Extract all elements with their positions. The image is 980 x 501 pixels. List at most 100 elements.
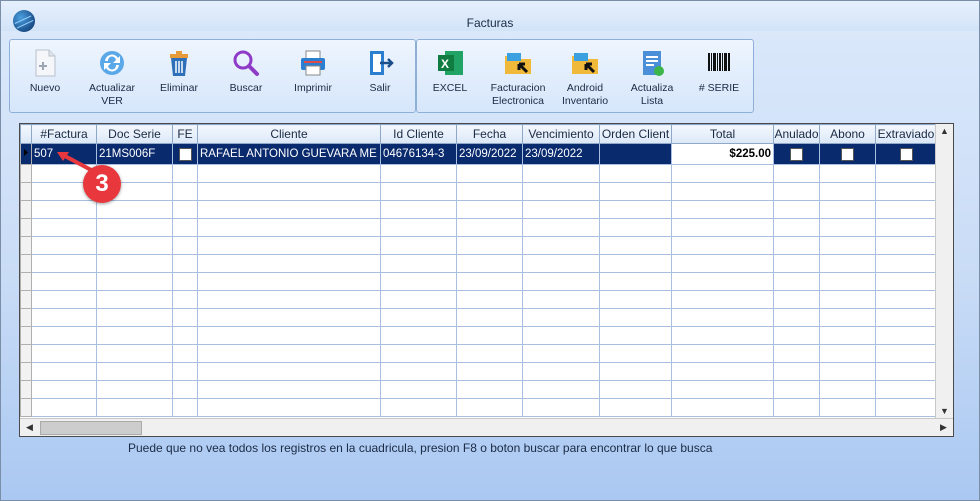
row-indicator[interactable] [20,182,32,201]
table-cell[interactable] [456,362,523,381]
table-cell[interactable] [456,398,523,417]
excel-button[interactable]: X EXCEL [417,40,483,112]
table-cell[interactable] [875,218,937,237]
table-cell[interactable] [599,290,672,309]
col-header-fe[interactable]: FE [172,124,198,144]
table-cell[interactable] [773,200,820,219]
table-cell[interactable] [599,218,672,237]
table-cell[interactable] [875,344,937,363]
table-cell[interactable] [671,308,774,327]
row-indicator[interactable] [20,218,32,237]
row-indicator[interactable] [20,143,32,165]
table-row-empty[interactable] [20,380,937,399]
table-cell[interactable] [773,182,820,201]
table-cell[interactable] [456,326,523,345]
table-cell[interactable] [522,398,600,417]
table-cell[interactable] [172,344,198,363]
table-cell[interactable] [96,200,173,219]
table-cell[interactable] [819,326,876,345]
table-cell[interactable] [456,290,523,309]
anulado-checkbox[interactable] [790,147,803,161]
table-cell[interactable] [172,272,198,291]
cell-total[interactable]: $225.00 [671,143,774,165]
table-cell[interactable] [96,308,173,327]
table-cell[interactable] [172,218,198,237]
table-cell[interactable] [819,308,876,327]
table-cell[interactable] [875,308,937,327]
row-indicator[interactable] [20,380,32,399]
table-cell[interactable] [31,218,97,237]
table-cell[interactable] [172,290,198,309]
table-cell[interactable] [456,200,523,219]
horizontal-scroll-thumb[interactable] [40,421,142,435]
table-cell[interactable] [197,290,381,309]
table-cell[interactable] [875,254,937,273]
table-cell[interactable] [96,272,173,291]
table-cell[interactable] [522,344,600,363]
table-cell[interactable] [819,344,876,363]
col-header-factura[interactable]: #Factura [31,124,97,144]
table-cell[interactable] [197,200,381,219]
table-cell[interactable] [819,200,876,219]
table-cell[interactable] [875,398,937,417]
eliminar-button[interactable]: Eliminar [146,40,212,112]
row-indicator[interactable] [20,254,32,273]
scroll-right-icon[interactable]: ▶ [936,420,951,435]
table-cell[interactable] [31,362,97,381]
table-cell[interactable] [819,236,876,255]
col-header-orden-client[interactable]: Orden Client [599,124,672,144]
table-cell[interactable] [197,308,381,327]
android-inventario-button[interactable]: Android Inventario [552,40,618,112]
scroll-left-icon[interactable]: ◀ [22,420,37,435]
table-cell[interactable] [197,380,381,399]
horizontal-scrollbar[interactable]: ◀ ▶ [20,418,953,436]
table-cell[interactable] [380,164,457,183]
table-cell[interactable] [522,380,600,399]
table-cell[interactable] [773,254,820,273]
table-cell[interactable] [819,254,876,273]
table-cell[interactable] [773,326,820,345]
table-cell[interactable] [773,398,820,417]
table-cell[interactable] [31,308,97,327]
table-cell[interactable] [819,272,876,291]
table-cell[interactable] [380,380,457,399]
table-cell[interactable] [671,164,774,183]
row-indicator[interactable] [20,164,32,183]
table-row[interactable]: 507 21MS006F RAFAEL ANTONIO GUEVARA ME 0… [20,143,937,165]
table-row-empty[interactable] [20,344,937,363]
table-cell[interactable] [671,182,774,201]
table-cell[interactable] [819,164,876,183]
table-cell[interactable] [671,236,774,255]
table-cell[interactable] [380,290,457,309]
col-header-cliente[interactable]: Cliente [197,124,381,144]
table-row-empty[interactable] [20,362,937,381]
col-header-id-cliente[interactable]: Id Cliente [380,124,457,144]
table-cell[interactable] [197,344,381,363]
nuevo-button[interactable]: Nuevo [12,40,78,112]
table-cell[interactable] [671,380,774,399]
row-indicator[interactable] [20,236,32,255]
table-cell[interactable] [96,254,173,273]
table-cell[interactable] [599,254,672,273]
table-cell[interactable] [599,398,672,417]
table-cell[interactable] [671,272,774,291]
scroll-down-icon[interactable]: ▼ [937,404,952,419]
table-cell[interactable] [671,398,774,417]
table-cell[interactable] [599,164,672,183]
table-row-empty[interactable] [20,308,937,327]
table-cell[interactable] [197,164,381,183]
table-cell[interactable] [380,182,457,201]
col-header-extraviado[interactable]: Extraviado [875,124,937,144]
col-header-abono[interactable]: Abono [819,124,876,144]
table-cell[interactable] [599,308,672,327]
table-cell[interactable] [380,308,457,327]
table-cell[interactable] [31,200,97,219]
table-cell[interactable] [773,236,820,255]
table-cell[interactable] [31,380,97,399]
table-row-empty[interactable] [20,200,937,219]
table-cell[interactable] [31,344,97,363]
table-cell[interactable] [773,290,820,309]
table-cell[interactable] [31,236,97,255]
table-cell[interactable] [172,380,198,399]
table-cell[interactable] [671,326,774,345]
